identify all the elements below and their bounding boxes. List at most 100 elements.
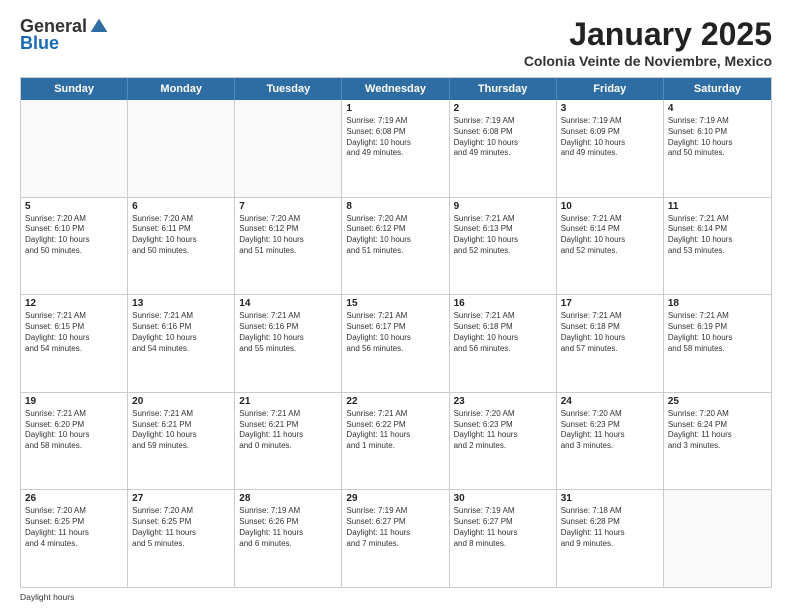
calendar-cell: 3 Sunrise: 7:19 AM Sunset: 6:09 PM Daylig… bbox=[557, 100, 664, 197]
cell-info: Sunrise: 7:20 AM Sunset: 6:25 PM Dayligh… bbox=[132, 506, 230, 549]
cell-info: Sunrise: 7:21 AM Sunset: 6:20 PM Dayligh… bbox=[25, 409, 123, 452]
calendar-cell: 22Sunrise: 7:21 AM Sunset: 6:22 PM Dayli… bbox=[342, 393, 449, 490]
col-header-thursday: Thursday bbox=[450, 78, 557, 100]
calendar-cell: 2 Sunrise: 7:19 AM Sunset: 6:08 PM Daylig… bbox=[450, 100, 557, 197]
cell-info: Sunrise: 7:19 AM Sunset: 6:27 PM Dayligh… bbox=[454, 506, 552, 549]
cell-day-number: 14 bbox=[239, 298, 337, 309]
cell-info: Sunrise: 7:21 AM Sunset: 6:18 PM Dayligh… bbox=[454, 311, 552, 354]
page: General Blue January 2025 Colonia Veinte… bbox=[0, 0, 792, 612]
location: Colonia Veinte de Noviembre, Mexico bbox=[524, 53, 772, 69]
cell-day-number: 24 bbox=[561, 396, 659, 407]
calendar-cell: 30 Sunrise: 7:19 AM Sunset: 6:27 PM Dayli… bbox=[450, 490, 557, 587]
calendar-row-1: 5Sunrise: 7:20 AM Sunset: 6:10 PM Daylig… bbox=[21, 198, 771, 296]
cell-info: Sunrise: 7:21 AM Sunset: 6:13 PM Dayligh… bbox=[454, 214, 552, 257]
title-section: January 2025 Colonia Veinte de Noviembre… bbox=[524, 16, 772, 69]
calendar-cell: 24 Sunrise: 7:20 AM Sunset: 6:23 PM Dayli… bbox=[557, 393, 664, 490]
col-header-saturday: Saturday bbox=[664, 78, 771, 100]
cell-info: Sunrise: 7:21 AM Sunset: 6:16 PM Dayligh… bbox=[132, 311, 230, 354]
logo-icon bbox=[89, 17, 109, 37]
cell-info: Sunrise: 7:19 AM Sunset: 6:08 PM Dayligh… bbox=[346, 116, 444, 159]
cell-day-number: 23 bbox=[454, 396, 552, 407]
cell-info: Sunrise: 7:20 AM Sunset: 6:11 PM Dayligh… bbox=[132, 214, 230, 257]
calendar-cell: 9 Sunrise: 7:21 AM Sunset: 6:13 PM Daylig… bbox=[450, 198, 557, 295]
calendar-cell: 17Sunrise: 7:21 AM Sunset: 6:18 PM Dayli… bbox=[557, 295, 664, 392]
cell-day-number: 26 bbox=[25, 493, 123, 504]
calendar-cell: 7 Sunrise: 7:20 AM Sunset: 6:12 PM Daylig… bbox=[235, 198, 342, 295]
cell-info: Sunrise: 7:19 AM Sunset: 6:10 PM Dayligh… bbox=[668, 116, 767, 159]
calendar-row-4: 26 Sunrise: 7:20 AM Sunset: 6:25 PM Dayli… bbox=[21, 490, 771, 587]
cell-info: Sunrise: 7:19 AM Sunset: 6:26 PM Dayligh… bbox=[239, 506, 337, 549]
cell-info: Sunrise: 7:20 AM Sunset: 6:25 PM Dayligh… bbox=[25, 506, 123, 549]
calendar-cell: 18 Sunrise: 7:21 AM Sunset: 6:19 PM Dayli… bbox=[664, 295, 771, 392]
calendar-cell: 28 Sunrise: 7:19 AM Sunset: 6:26 PM Dayli… bbox=[235, 490, 342, 587]
calendar-cell bbox=[235, 100, 342, 197]
col-header-tuesday: Tuesday bbox=[235, 78, 342, 100]
calendar-cell: 4Sunrise: 7:19 AM Sunset: 6:10 PM Daylig… bbox=[664, 100, 771, 197]
calendar-cell: 10Sunrise: 7:21 AM Sunset: 6:14 PM Dayli… bbox=[557, 198, 664, 295]
cell-info: Sunrise: 7:20 AM Sunset: 6:24 PM Dayligh… bbox=[668, 409, 767, 452]
calendar-cell bbox=[664, 490, 771, 587]
cell-info: Sunrise: 7:21 AM Sunset: 6:21 PM Dayligh… bbox=[239, 409, 337, 452]
col-header-sunday: Sunday bbox=[21, 78, 128, 100]
calendar-cell: 29Sunrise: 7:19 AM Sunset: 6:27 PM Dayli… bbox=[342, 490, 449, 587]
cell-day-number: 15 bbox=[346, 298, 444, 309]
cell-info: Sunrise: 7:20 AM Sunset: 6:12 PM Dayligh… bbox=[239, 214, 337, 257]
calendar-cell: 25Sunrise: 7:20 AM Sunset: 6:24 PM Dayli… bbox=[664, 393, 771, 490]
calendar: SundayMondayTuesdayWednesdayThursdayFrid… bbox=[20, 77, 772, 588]
cell-day-number: 13 bbox=[132, 298, 230, 309]
cell-info: Sunrise: 7:18 AM Sunset: 6:28 PM Dayligh… bbox=[561, 506, 659, 549]
cell-day-number: 8 bbox=[346, 201, 444, 212]
calendar-body: 1Sunrise: 7:19 AM Sunset: 6:08 PM Daylig… bbox=[21, 100, 771, 587]
cell-info: Sunrise: 7:21 AM Sunset: 6:19 PM Dayligh… bbox=[668, 311, 767, 354]
cell-day-number: 11 bbox=[668, 201, 767, 212]
cell-info: Sunrise: 7:21 AM Sunset: 6:18 PM Dayligh… bbox=[561, 311, 659, 354]
calendar-cell: 15 Sunrise: 7:21 AM Sunset: 6:17 PM Dayli… bbox=[342, 295, 449, 392]
cell-day-number: 7 bbox=[239, 201, 337, 212]
cell-info: Sunrise: 7:21 AM Sunset: 6:14 PM Dayligh… bbox=[668, 214, 767, 257]
calendar-cell: 27 Sunrise: 7:20 AM Sunset: 6:25 PM Dayli… bbox=[128, 490, 235, 587]
cell-day-number: 27 bbox=[132, 493, 230, 504]
cell-info: Sunrise: 7:19 AM Sunset: 6:08 PM Dayligh… bbox=[454, 116, 552, 159]
cell-info: Sunrise: 7:20 AM Sunset: 6:23 PM Dayligh… bbox=[561, 409, 659, 452]
cell-info: Sunrise: 7:20 AM Sunset: 6:23 PM Dayligh… bbox=[454, 409, 552, 452]
header: General Blue January 2025 Colonia Veinte… bbox=[20, 16, 772, 69]
calendar-cell: 11 Sunrise: 7:21 AM Sunset: 6:14 PM Dayli… bbox=[664, 198, 771, 295]
cell-day-number: 9 bbox=[454, 201, 552, 212]
calendar-cell: 13 Sunrise: 7:21 AM Sunset: 6:16 PM Dayli… bbox=[128, 295, 235, 392]
cell-info: Sunrise: 7:21 AM Sunset: 6:14 PM Dayligh… bbox=[561, 214, 659, 257]
calendar-row-0: 1Sunrise: 7:19 AM Sunset: 6:08 PM Daylig… bbox=[21, 100, 771, 198]
calendar-cell: 1Sunrise: 7:19 AM Sunset: 6:08 PM Daylig… bbox=[342, 100, 449, 197]
cell-day-number: 12 bbox=[25, 298, 123, 309]
calendar-cell: 26 Sunrise: 7:20 AM Sunset: 6:25 PM Dayli… bbox=[21, 490, 128, 587]
calendar-cell: 23 Sunrise: 7:20 AM Sunset: 6:23 PM Dayli… bbox=[450, 393, 557, 490]
cell-day-number: 5 bbox=[25, 201, 123, 212]
calendar-cell: 5Sunrise: 7:20 AM Sunset: 6:10 PM Daylig… bbox=[21, 198, 128, 295]
cell-info: Sunrise: 7:19 AM Sunset: 6:09 PM Dayligh… bbox=[561, 116, 659, 159]
calendar-row-3: 19 Sunrise: 7:21 AM Sunset: 6:20 PM Dayli… bbox=[21, 393, 771, 491]
calendar-cell: 20Sunrise: 7:21 AM Sunset: 6:21 PM Dayli… bbox=[128, 393, 235, 490]
cell-info: Sunrise: 7:21 AM Sunset: 6:17 PM Dayligh… bbox=[346, 311, 444, 354]
calendar-cell: 6 Sunrise: 7:20 AM Sunset: 6:11 PM Daylig… bbox=[128, 198, 235, 295]
calendar-cell: 16 Sunrise: 7:21 AM Sunset: 6:18 PM Dayli… bbox=[450, 295, 557, 392]
calendar-cell: 19 Sunrise: 7:21 AM Sunset: 6:20 PM Dayli… bbox=[21, 393, 128, 490]
cell-day-number: 3 bbox=[561, 103, 659, 114]
cell-info: Sunrise: 7:19 AM Sunset: 6:27 PM Dayligh… bbox=[346, 506, 444, 549]
cell-day-number: 16 bbox=[454, 298, 552, 309]
cell-day-number: 30 bbox=[454, 493, 552, 504]
cell-day-number: 2 bbox=[454, 103, 552, 114]
cell-day-number: 6 bbox=[132, 201, 230, 212]
cell-day-number: 19 bbox=[25, 396, 123, 407]
footer: Daylight hours bbox=[20, 592, 772, 602]
calendar-header: SundayMondayTuesdayWednesdayThursdayFrid… bbox=[21, 78, 771, 100]
cell-day-number: 28 bbox=[239, 493, 337, 504]
cell-info: Sunrise: 7:21 AM Sunset: 6:22 PM Dayligh… bbox=[346, 409, 444, 452]
cell-day-number: 18 bbox=[668, 298, 767, 309]
col-header-monday: Monday bbox=[128, 78, 235, 100]
logo-blue-text: Blue bbox=[20, 33, 59, 54]
col-header-wednesday: Wednesday bbox=[342, 78, 449, 100]
cell-day-number: 21 bbox=[239, 396, 337, 407]
calendar-cell: 14Sunrise: 7:21 AM Sunset: 6:16 PM Dayli… bbox=[235, 295, 342, 392]
calendar-row-2: 12Sunrise: 7:21 AM Sunset: 6:15 PM Dayli… bbox=[21, 295, 771, 393]
month-title: January 2025 bbox=[524, 16, 772, 53]
calendar-cell: 31Sunrise: 7:18 AM Sunset: 6:28 PM Dayli… bbox=[557, 490, 664, 587]
